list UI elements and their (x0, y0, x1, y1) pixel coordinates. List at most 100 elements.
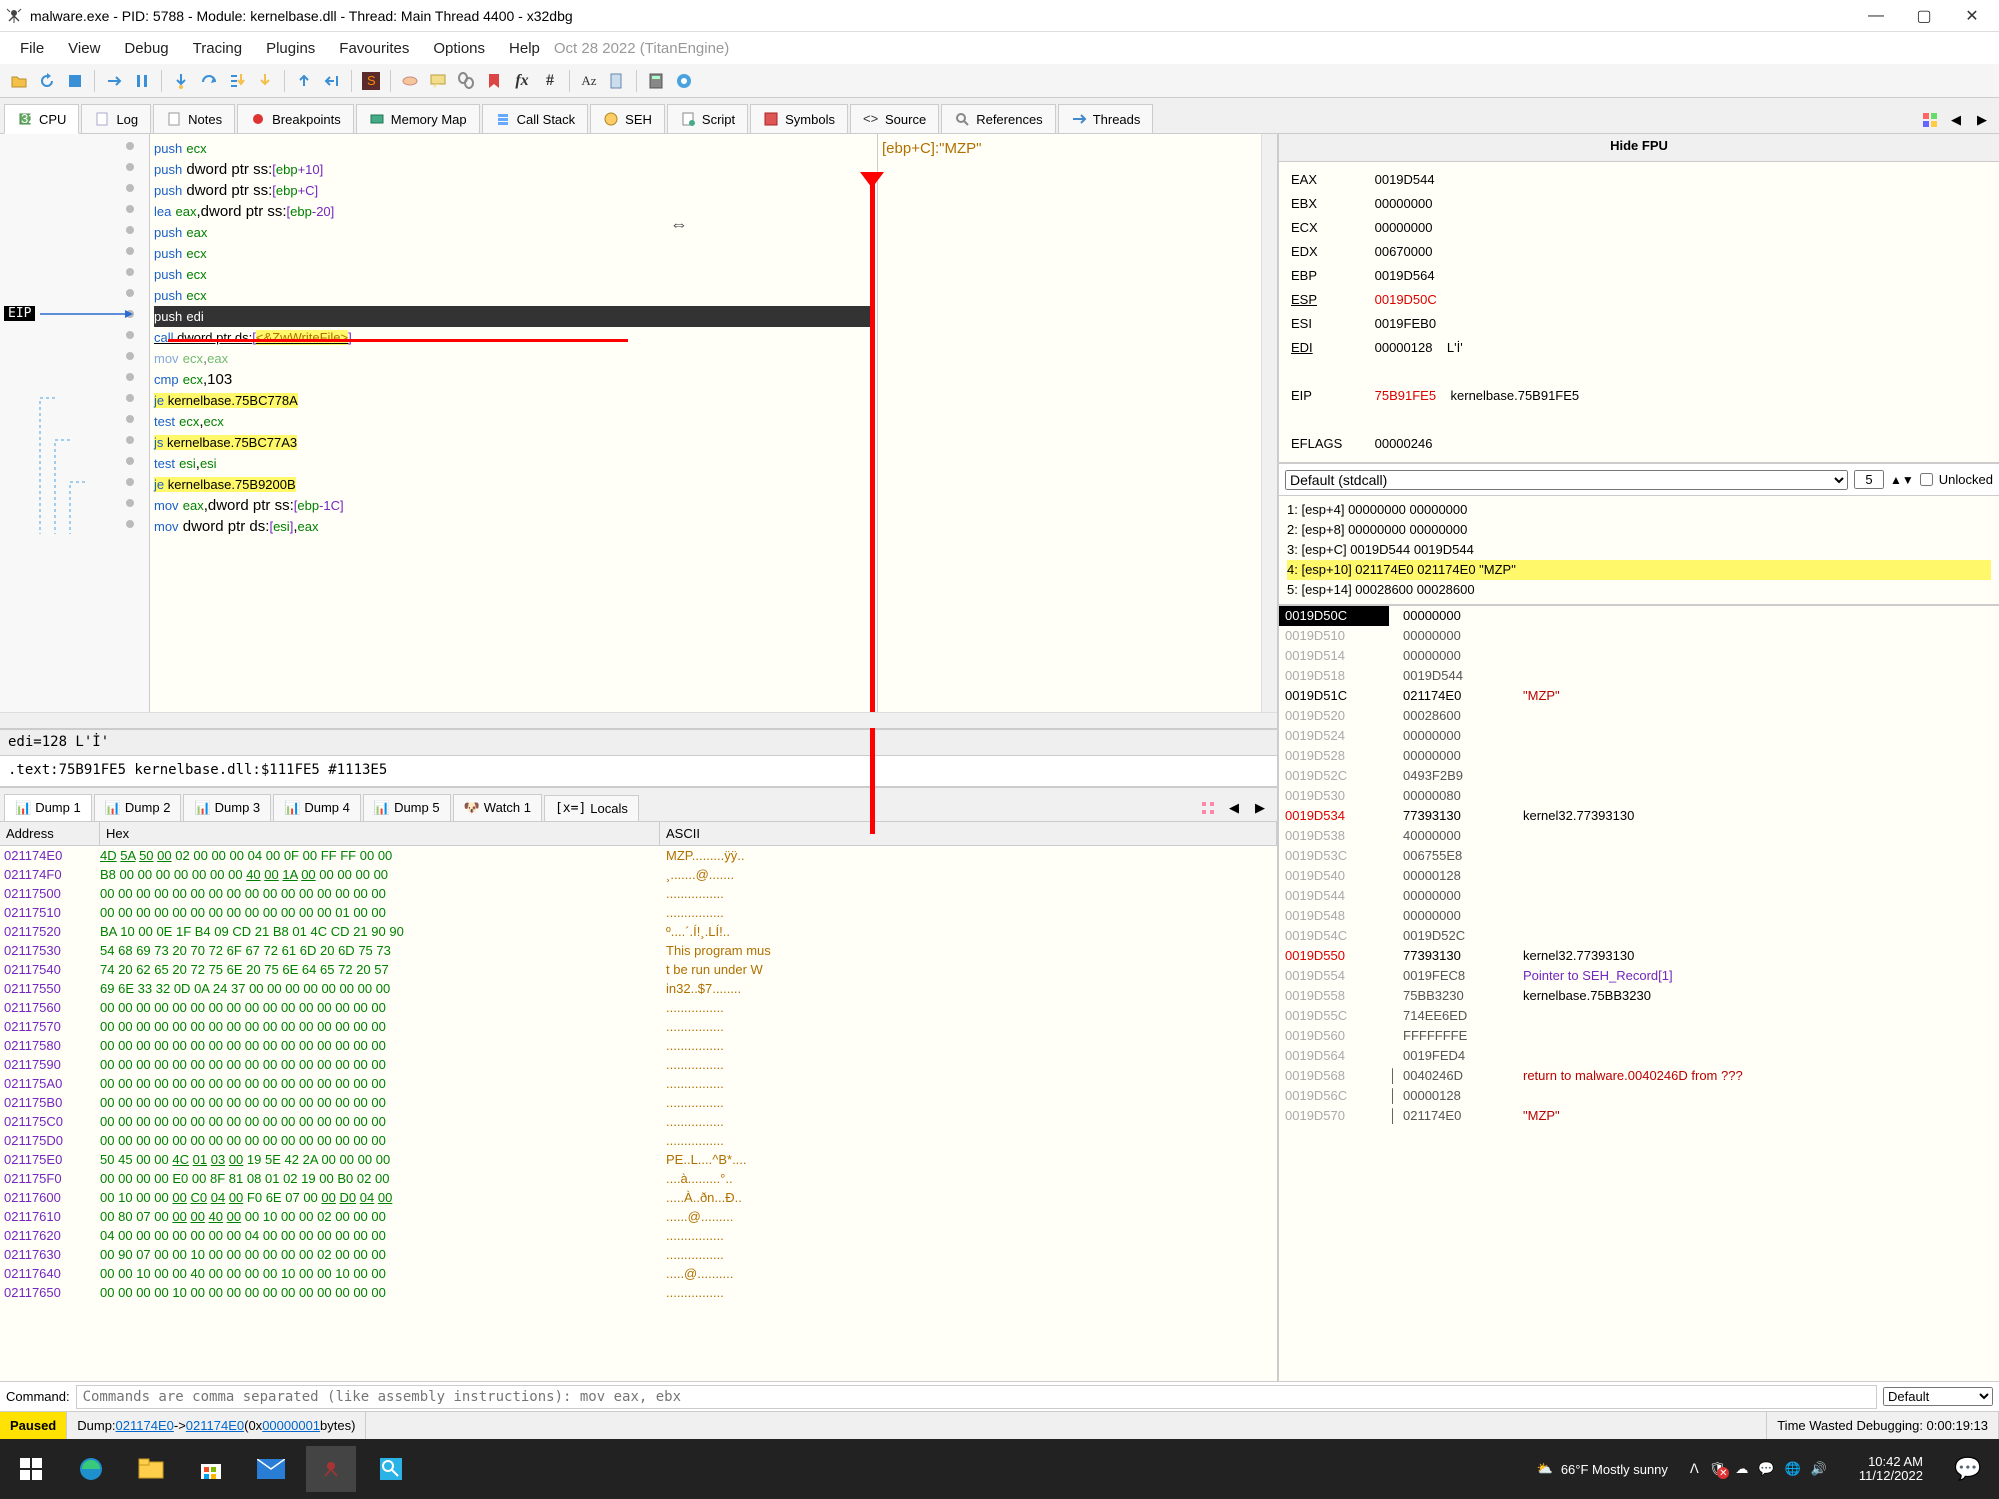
call-args-view[interactable]: 1: [esp+4] 00000000 000000002: [esp+8] 0… (1279, 496, 1999, 606)
minimize-button[interactable]: — (1853, 2, 1899, 30)
taskbar-mail-icon[interactable] (246, 1446, 296, 1492)
tab-dump-3[interactable]: 📊Dump 3 (183, 794, 271, 821)
comments-icon[interactable] (425, 68, 451, 94)
calling-convention-select[interactable]: Default (stdcall) (1285, 470, 1848, 490)
taskbar-explorer-icon[interactable] (126, 1446, 176, 1492)
menu-help[interactable]: Help (499, 36, 550, 61)
taskbar-clock[interactable]: 10:42 AM 11/12/2022 (1849, 1455, 1933, 1484)
tab-dump-2[interactable]: 📊Dump 2 (94, 794, 182, 821)
locals-icon: [x=] (555, 801, 586, 816)
tab-dump-4[interactable]: 📊Dump 4 (273, 794, 361, 821)
struct-icon[interactable] (1195, 795, 1221, 821)
next-tab-icon[interactable]: ▶ (1969, 107, 1995, 133)
run-to-return-icon[interactable] (319, 68, 345, 94)
menu-file[interactable]: File (10, 36, 54, 61)
info-line-1: edi=128 L'İ' (0, 730, 1277, 756)
stack-view[interactable]: 0019D50C 000000000019D510 000000000019D5… (1279, 606, 1999, 1381)
tab-dump-5[interactable]: 📊Dump 5 (363, 794, 451, 821)
tray-volume-icon[interactable]: 🔊 (1811, 1461, 1827, 1477)
scylla-icon[interactable]: S (358, 68, 384, 94)
functions-icon[interactable]: fx (509, 68, 535, 94)
tab-cpu[interactable]: 32CPU (4, 104, 79, 134)
settings-icon[interactable] (671, 68, 697, 94)
taskbar-weather[interactable]: ⛅ 66°F Mostly sunny (1537, 1461, 1668, 1477)
tab-notes[interactable]: Notes (153, 104, 235, 133)
tab-memory-map[interactable]: Memory Map (356, 104, 480, 133)
menu-plugins[interactable]: Plugins (256, 36, 325, 61)
restart-icon[interactable] (34, 68, 60, 94)
maximize-button[interactable]: ▢ (1901, 2, 1947, 30)
tab-dump-1[interactable]: 📊Dump 1 (4, 794, 92, 821)
bookmarks-icon[interactable] (481, 68, 507, 94)
hex-header-address[interactable]: Address (0, 822, 100, 845)
run-to-user-icon[interactable] (291, 68, 317, 94)
tray-meet-icon[interactable]: 💬 (1758, 1461, 1774, 1477)
menu-debug[interactable]: Debug (114, 36, 178, 61)
labels-icon[interactable] (453, 68, 479, 94)
hex-dump[interactable]: Address Hex ASCII 021174E04D 5A 50 00 02… (0, 822, 1277, 1382)
menu-tracing[interactable]: Tracing (183, 36, 252, 61)
close-button[interactable]: ✕ (1949, 2, 1995, 30)
status-dump-to[interactable]: 021174E0 (186, 1418, 244, 1433)
patches-icon[interactable] (397, 68, 423, 94)
taskbar-notifications-icon[interactable]: 💬 (1943, 1446, 1993, 1492)
taskbar-debugger-icon[interactable] (306, 1446, 356, 1492)
trace-into-icon[interactable] (224, 68, 250, 94)
tab-symbols[interactable]: Symbols (750, 104, 848, 133)
taskbar-store-icon[interactable] (186, 1446, 236, 1492)
grid-icon[interactable] (1917, 107, 1943, 133)
start-button[interactable] (6, 1446, 56, 1492)
trace-over-icon[interactable] (252, 68, 278, 94)
tab-source[interactable]: <>Source (850, 104, 939, 133)
prev-dump-icon[interactable]: ◀ (1221, 795, 1247, 821)
stop-icon[interactable] (62, 68, 88, 94)
pause-icon[interactable] (129, 68, 155, 94)
disassembly-view[interactable]: EIP push ecxpush dword ptr ss:[ebp+10]pu… (0, 134, 1277, 730)
tab-breakpoints[interactable]: Breakpoints (237, 104, 354, 133)
tray-security-icon[interactable]: 🛡✕ (1709, 1461, 1726, 1477)
taskbar-procmon-icon[interactable] (366, 1446, 416, 1492)
tab-threads[interactable]: Threads (1058, 104, 1154, 133)
command-label: Command: (6, 1389, 70, 1404)
tab-locals[interactable]: [x=]Locals (544, 795, 639, 821)
tray-onedrive-icon[interactable]: ☁ (1735, 1461, 1748, 1477)
taskbar-edge-icon[interactable] (66, 1446, 116, 1492)
tray-network-icon[interactable]: 🌐 (1785, 1461, 1801, 1477)
strings-icon[interactable]: Aᴢ (576, 68, 602, 94)
tab-log[interactable]: Log (81, 104, 151, 133)
hex-header-hex[interactable]: Hex (100, 822, 660, 845)
command-input[interactable] (76, 1385, 1877, 1409)
hex-header-ascii[interactable]: ASCII (660, 822, 1277, 845)
registers-view[interactable]: EAX 0019D544EBX 00000000ECX 00000000EDX … (1279, 162, 1999, 464)
status-dump-from[interactable]: 021174E0 (116, 1418, 174, 1433)
dump-tabs: 📊Dump 1 📊Dump 2 📊Dump 3 📊Dump 4 📊Dump 5 … (0, 788, 1277, 822)
next-dump-icon[interactable]: ▶ (1247, 795, 1273, 821)
menu-favourites[interactable]: Favourites (329, 36, 419, 61)
calls-icon[interactable] (604, 68, 630, 94)
tab-seh[interactable]: SEH (590, 104, 665, 133)
command-combo[interactable]: Default (1883, 1387, 1993, 1406)
hide-fpu-button[interactable]: Hide FPU (1279, 134, 1999, 162)
notes-icon (166, 111, 182, 127)
tray-chevron-icon[interactable]: ᐱ (1690, 1461, 1699, 1477)
status-dump-len[interactable]: 00000001 (262, 1418, 320, 1433)
variables-icon[interactable]: # (537, 68, 563, 94)
unlocked-checkbox[interactable] (1920, 473, 1933, 486)
step-into-icon[interactable] (168, 68, 194, 94)
tab-script[interactable]: Script (667, 104, 748, 133)
menu-view[interactable]: View (58, 36, 110, 61)
tab-references[interactable]: References (941, 104, 1055, 133)
scrollbar-v[interactable] (1261, 134, 1277, 712)
run-icon[interactable] (101, 68, 127, 94)
open-icon[interactable] (6, 68, 32, 94)
prev-tab-icon[interactable]: ◀ (1943, 107, 1969, 133)
step-over-icon[interactable] (196, 68, 222, 94)
arg-count-spinner[interactable] (1854, 470, 1884, 489)
menu-options[interactable]: Options (423, 36, 495, 61)
scrollbar-h[interactable] (0, 712, 1277, 728)
disasm-gutter: EIP (0, 134, 150, 728)
column-resize-cursor: ⇔ (670, 214, 688, 235)
calculator-icon[interactable] (643, 68, 669, 94)
tab-watch-1[interactable]: 🐶Watch 1 (453, 794, 542, 821)
tab-call-stack[interactable]: Call Stack (482, 104, 589, 133)
